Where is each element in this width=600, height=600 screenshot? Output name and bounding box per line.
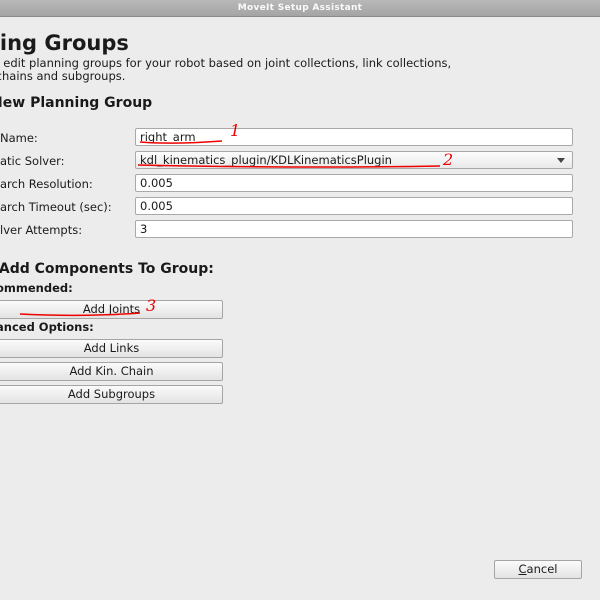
- kinematic-solver-select[interactable]: kdl_kinematics_plugin/KDLKinematicsPlugi…: [135, 151, 573, 169]
- cancel-label: ancel: [526, 562, 558, 576]
- group-name-input[interactable]: right_arm: [135, 128, 573, 146]
- add-kin-chain-button[interactable]: Add Kin. Chain: [0, 362, 223, 381]
- solver-attempts-input[interactable]: 3: [135, 220, 573, 238]
- cancel-mnemonic: C: [518, 562, 527, 576]
- window-titlebar: MoveIt Setup Assistant: [0, 0, 600, 17]
- kinematic-solver-value: kdl_kinematics_plugin/KDLKinematicsPlugi…: [140, 153, 392, 167]
- solver-attempts-label: lver Attempts:: [0, 223, 83, 237]
- annotation-number: 2: [443, 150, 454, 169]
- planning-groups-panel: nning Groups and edit planning groups fo…: [0, 17, 600, 600]
- window-title: MoveIt Setup Assistant: [237, 3, 363, 13]
- add-joints-button[interactable]: Add Joints: [0, 300, 223, 319]
- annotation-number: 3: [146, 296, 157, 315]
- cancel-button[interactable]: Cancel: [494, 560, 582, 579]
- create-group-heading: te New Planning Group: [0, 95, 153, 111]
- add-links-button[interactable]: Add Links: [0, 339, 223, 358]
- group-name-label: Name:: [0, 131, 38, 145]
- add-components-heading: t, Add Components To Group:: [0, 261, 214, 277]
- annotation-number: 1: [230, 121, 241, 140]
- description-line: tic chains and subgroups.: [0, 69, 126, 83]
- kinematic-solver-label: atic Solver:: [0, 154, 65, 168]
- search-timeout-input[interactable]: 0.005: [135, 197, 573, 215]
- chevron-down-icon: [557, 158, 565, 163]
- page-title: nning Groups: [0, 31, 129, 55]
- search-resolution-input[interactable]: 0.005: [135, 174, 573, 192]
- recommended-label: ommended:: [0, 281, 73, 295]
- search-resolution-label: arch Resolution:: [0, 177, 93, 191]
- page-description: and edit planning groups for your robot …: [0, 57, 578, 83]
- advanced-options-label: anced Options:: [0, 320, 94, 334]
- search-timeout-label: arch Timeout (sec):: [0, 200, 112, 214]
- add-subgroups-button[interactable]: Add Subgroups: [0, 385, 223, 404]
